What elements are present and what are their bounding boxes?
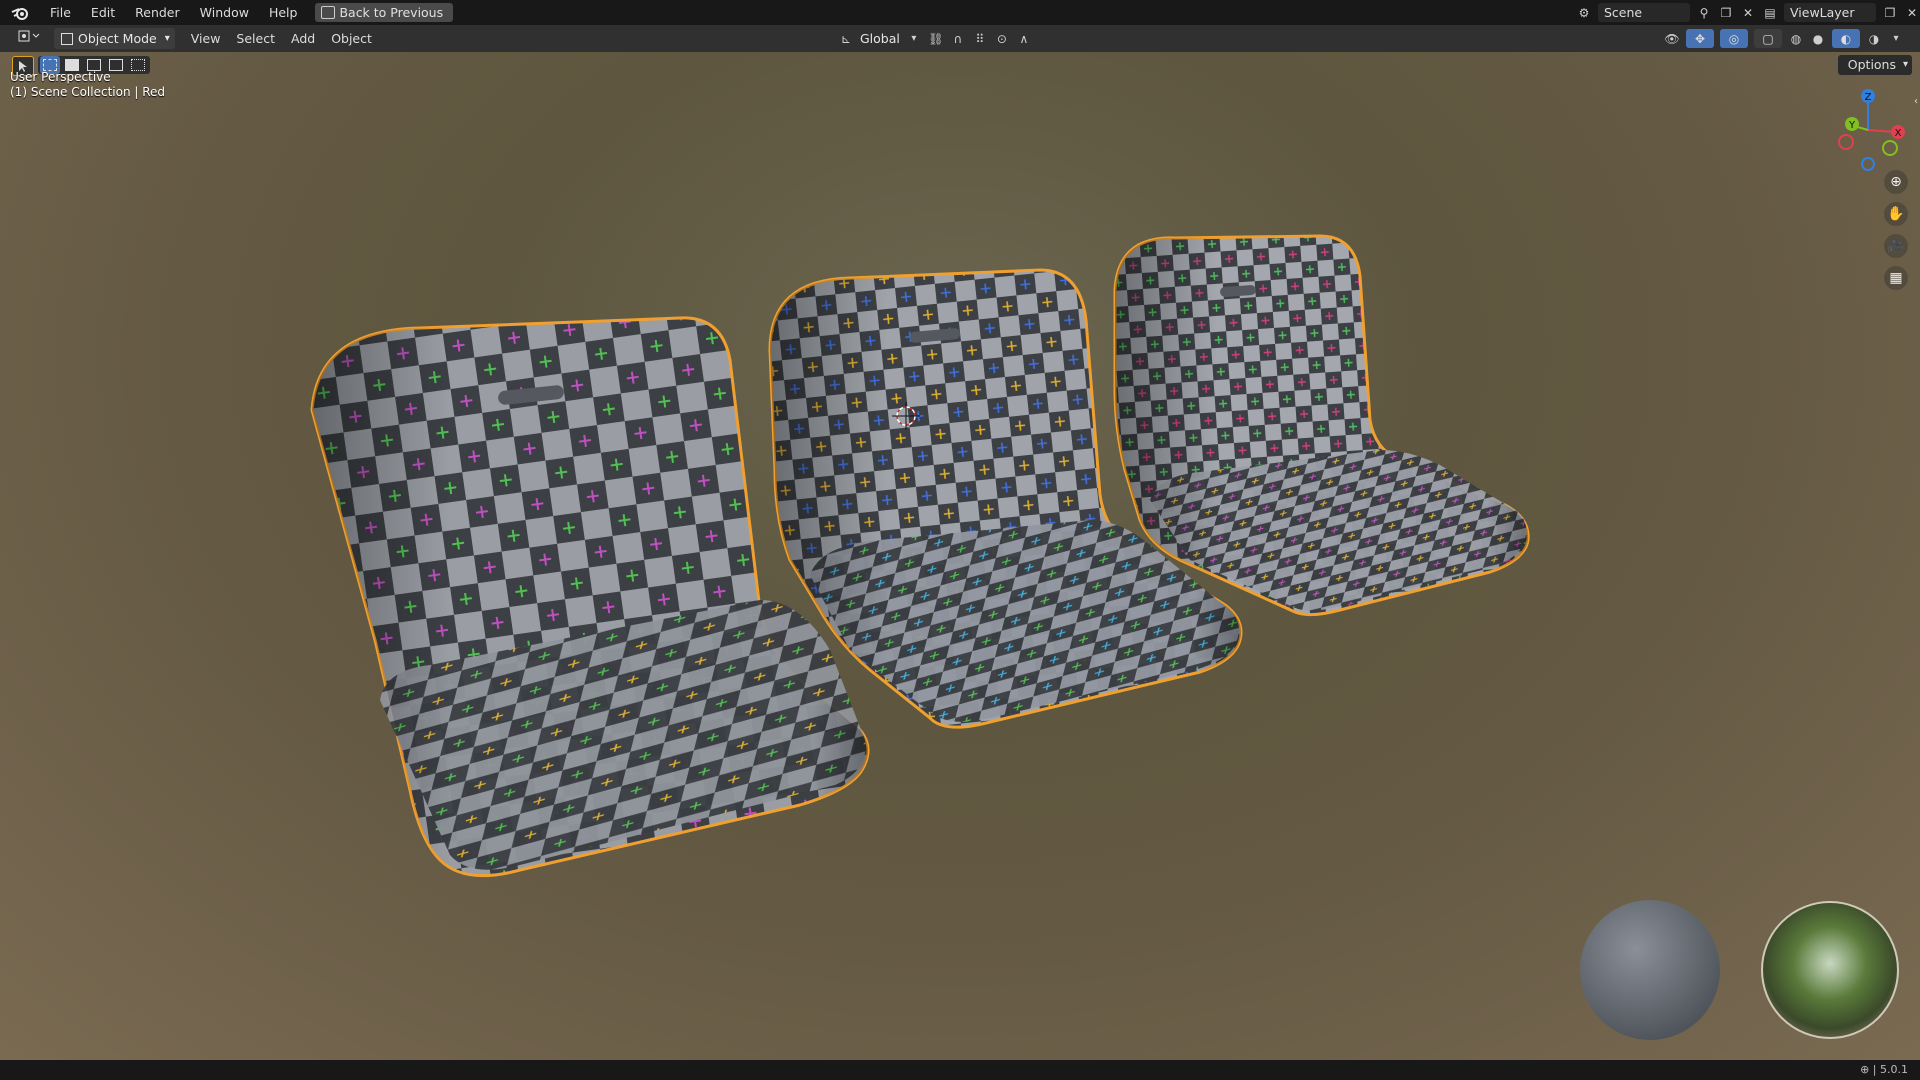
menu-view[interactable]: View xyxy=(183,28,229,49)
editor-type-button[interactable] xyxy=(10,28,48,49)
zoom-icon[interactable]: ⊕ xyxy=(1884,170,1908,194)
falloff-icon[interactable]: ∧ xyxy=(1016,31,1032,47)
view-layer-type-icon[interactable]: ▤ xyxy=(1762,5,1778,21)
menu-add[interactable]: Add xyxy=(283,28,323,49)
scene-render xyxy=(310,234,1899,1040)
proportional-edit-icon[interactable]: ⊙ xyxy=(994,31,1010,47)
gizmo-z-label: Z xyxy=(1865,92,1872,103)
solid-shading-icon[interactable]: ● xyxy=(1810,31,1826,47)
version-text: 5.0.1 xyxy=(1880,1063,1908,1076)
mode-select[interactable]: Object Mode ▾ xyxy=(54,28,175,49)
viewport-header: Object Mode ▾ View Select Add Object ⊾ G… xyxy=(0,25,1920,52)
top-right-controls: ⚙ Scene ⚲ ❐ ✕ ▤ ViewLayer ❐ ✕ xyxy=(1576,0,1920,25)
menu-object[interactable]: Object xyxy=(323,28,380,49)
pin-icon[interactable]: ⚲ xyxy=(1696,5,1712,21)
chevron-down-icon: ▾ xyxy=(164,33,170,44)
select-intersect-icon[interactable] xyxy=(128,56,148,74)
back-to-previous-button[interactable]: Back to Previous xyxy=(315,3,454,22)
chevron-down-icon[interactable]: ▾ xyxy=(1888,31,1904,47)
camera-icon[interactable]: 🎥 xyxy=(1884,234,1908,258)
options-button[interactable]: Options ▾ xyxy=(1837,55,1912,75)
object-mode-icon xyxy=(61,33,73,45)
top-menu-bar: File Edit Render Window Help Back to Pre… xyxy=(0,0,1920,25)
chevron-down-icon: ▾ xyxy=(911,33,917,44)
scene-type-icon[interactable]: ⚙ xyxy=(1576,5,1592,21)
rendered-shading-icon[interactable]: ◑ xyxy=(1866,31,1882,47)
perspective-label: User Perspective xyxy=(10,70,111,84)
material-shading-icon[interactable]: ◐ xyxy=(1832,29,1860,48)
scene-field[interactable]: Scene xyxy=(1598,3,1690,22)
mode-label: Object Mode xyxy=(78,31,157,46)
material-preview-sphere xyxy=(1580,900,1720,1040)
close-scene-icon[interactable]: ✕ xyxy=(1740,5,1756,21)
globe-icon: ⊕ xyxy=(1860,1063,1870,1076)
menu-file[interactable]: File xyxy=(40,0,81,25)
xray-toggle-icon[interactable]: ▢ xyxy=(1754,29,1782,48)
overlay-toggle-icon[interactable]: ◎ xyxy=(1720,29,1748,48)
square-icon xyxy=(109,59,123,71)
new-scene-icon[interactable]: ❐ xyxy=(1718,5,1734,21)
orientation-select[interactable]: Global xyxy=(860,31,900,46)
grid-icon[interactable]: ▦ xyxy=(1884,266,1908,290)
back-to-previous-label: Back to Previous xyxy=(339,5,444,20)
version-label: ⊕ | 5.0.1 xyxy=(1860,1063,1908,1076)
pivot-icon[interactable]: ⛓ xyxy=(928,31,944,47)
hand-pan-icon[interactable]: ✋ xyxy=(1884,202,1908,226)
menu-select[interactable]: Select xyxy=(228,28,283,49)
gizmo-toggle-icon[interactable]: ✥ xyxy=(1686,29,1714,48)
options-label: Options xyxy=(1847,57,1896,72)
gizmo-x-label: X xyxy=(1895,128,1902,139)
wireframe-shading-icon[interactable]: ◍ xyxy=(1788,31,1804,47)
menu-window[interactable]: Window xyxy=(190,0,259,25)
gizmo-y-label: Y xyxy=(1848,120,1856,131)
hdri-preview-sphere xyxy=(1761,901,1899,1039)
3d-viewport[interactable]: User Perspective (1) Scene Collection | … xyxy=(0,52,1920,1060)
snap-magnet-icon[interactable]: ∩ xyxy=(950,31,966,47)
new-view-layer-icon[interactable]: ❐ xyxy=(1882,5,1898,21)
viewport-display-tools: 👁 ✥ ◎ ▢ ◍ ● ◐ ◑ ▾ xyxy=(1664,25,1904,52)
navigation-controls: ⊕ ✋ 🎥 ▦ xyxy=(1884,170,1908,290)
close-view-layer-icon[interactable]: ✕ xyxy=(1904,5,1920,21)
chevron-down-icon: ▾ xyxy=(1902,59,1908,70)
square-icon xyxy=(131,59,145,71)
navigation-gizmo[interactable]: Z X Y xyxy=(1824,86,1912,174)
blender-logo-icon[interactable] xyxy=(0,0,40,25)
back-icon xyxy=(321,6,336,19)
sidebar-toggle-icon[interactable]: ‹ xyxy=(1914,96,1918,107)
snap-grid-icon[interactable]: ⠿ xyxy=(972,31,988,47)
status-bar: ⊕ | 5.0.1 xyxy=(0,1060,1920,1080)
menu-render[interactable]: Render xyxy=(125,0,190,25)
visibility-icon[interactable]: 👁 xyxy=(1664,31,1680,47)
orientation-icon: ⊾ xyxy=(840,31,852,46)
menu-edit[interactable]: Edit xyxy=(81,0,125,25)
collection-label: (1) Scene Collection | Red xyxy=(10,85,166,99)
transform-tools: ⊾ Global ▾ ⛓ ∩ ⠿ ⊙ ∧ xyxy=(838,25,1032,52)
seat-right[interactable] xyxy=(1113,234,1530,617)
view-layer-field[interactable]: ViewLayer xyxy=(1784,3,1876,22)
menu-help[interactable]: Help xyxy=(259,0,308,25)
